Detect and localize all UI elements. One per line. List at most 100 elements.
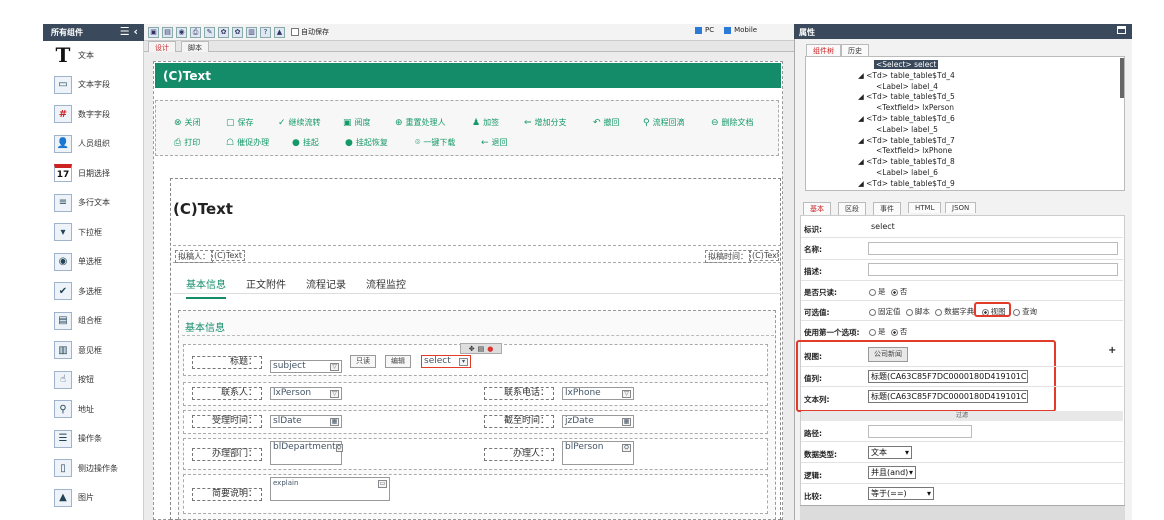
tab-events[interactable]: 事件 bbox=[873, 202, 901, 215]
tab-html[interactable]: HTML bbox=[908, 202, 942, 213]
action-1[interactable]: ▢ 保存 bbox=[226, 117, 254, 128]
action-3[interactable]: ▣ 阅度 bbox=[343, 117, 371, 128]
autosave-toggle[interactable]: 自动保存 bbox=[291, 27, 329, 37]
action-row2-5[interactable]: ← 退回 bbox=[481, 137, 508, 148]
tab-json[interactable]: JSON bbox=[945, 202, 977, 213]
brush-icon[interactable]: ✎ bbox=[204, 26, 215, 38]
style-icon[interactable]: ✿ bbox=[218, 26, 229, 38]
delete-icon[interactable]: ● bbox=[487, 345, 493, 353]
calendar-icon[interactable]: ▦ bbox=[330, 417, 339, 426]
tab-script[interactable]: 脚本 bbox=[181, 41, 209, 52]
action-8[interactable]: ⚲ 流程回滴 bbox=[643, 117, 685, 128]
tab-basic-info[interactable]: 基本信息 bbox=[186, 276, 226, 299]
palette-item-multiline-text[interactable]: ≡ 多行文本 bbox=[54, 192, 142, 214]
add-icon[interactable]: + bbox=[1108, 345, 1116, 356]
palette-item-opinion[interactable]: ▥ 意见框 bbox=[54, 339, 142, 361]
tree-node[interactable]: <Select> select bbox=[874, 60, 939, 69]
option-query-radio[interactable] bbox=[1013, 308, 1021, 316]
edit-button[interactable]: 编辑 bbox=[385, 355, 411, 368]
desc-input[interactable] bbox=[868, 263, 1118, 276]
dropdown-icon[interactable]: ▾ bbox=[459, 357, 468, 366]
datatype-select[interactable]: 文本 ▾ bbox=[868, 446, 912, 459]
field-picker-icon[interactable]: ▽ bbox=[330, 389, 339, 398]
action-row2-1[interactable]: ☖ 催促办理 bbox=[226, 137, 269, 148]
tab-section[interactable]: 区段 bbox=[838, 202, 866, 215]
palette-item-text[interactable]: T 文本 bbox=[54, 43, 142, 67]
tab-design[interactable]: 设计 bbox=[148, 41, 176, 52]
palette-item-radio[interactable]: ◉ 单选框 bbox=[54, 251, 142, 273]
palette-item-textfield[interactable]: ▭ 文本字段 bbox=[54, 74, 142, 96]
compare-select[interactable]: 等于(==) ▾ bbox=[868, 487, 934, 500]
palette-item-button[interactable]: ☝ 按钮 bbox=[54, 369, 142, 391]
view-select-button[interactable]: 公司新闻 bbox=[868, 347, 908, 362]
tree-node[interactable]: <Textfield> lxPerson bbox=[876, 103, 954, 112]
tab-flow-monitor[interactable]: 流程监控 bbox=[366, 276, 406, 291]
person-picker-icon[interactable]: ⛭ bbox=[622, 444, 631, 452]
name-input[interactable] bbox=[868, 242, 1118, 255]
layout-icon[interactable]: ▥ bbox=[246, 26, 257, 38]
field-picker-icon[interactable]: ▽ bbox=[622, 389, 631, 398]
action-2[interactable]: ✓ 继续流转 bbox=[278, 117, 321, 128]
action-5[interactable]: ♟ 加签 bbox=[472, 117, 499, 128]
action-7[interactable]: ↶ 撤回 bbox=[593, 117, 620, 128]
palette-item-dropdown[interactable]: ▾ 下拉框 bbox=[54, 221, 142, 243]
tree-scrollbar[interactable] bbox=[1120, 58, 1124, 98]
tree-node[interactable]: ◢ <Td> table_table$Td_9 bbox=[858, 179, 955, 188]
action-row2-4[interactable]: ⌾ 一键下载 bbox=[415, 137, 455, 148]
path-input[interactable] bbox=[868, 425, 972, 438]
org-picker-icon[interactable]: ⛭ bbox=[335, 444, 343, 452]
deadline-input[interactable]: jzDate ▦ bbox=[562, 415, 634, 428]
action-9[interactable]: ⊖ 删除文档 bbox=[711, 117, 754, 128]
tab-basic[interactable]: 基本 bbox=[803, 202, 831, 215]
handler-input[interactable]: blPerson ⛭ bbox=[562, 441, 634, 465]
contact-input[interactable]: lxPerson ▽ bbox=[270, 387, 342, 400]
action-4[interactable]: ⊕ 重置处理人 bbox=[395, 117, 446, 128]
logic-select[interactable]: 并且(and) ▾ bbox=[868, 466, 916, 479]
dept-input[interactable]: blDepartment ⛭ bbox=[270, 441, 343, 465]
readonly-button[interactable]: 只读 bbox=[350, 355, 376, 368]
palette-item-numberfield[interactable]: # 数字字段 bbox=[54, 103, 142, 125]
tree-node[interactable]: ◢ <Td> table_table$Td_8 bbox=[858, 157, 955, 166]
copy-icon[interactable]: ▤ bbox=[478, 345, 485, 353]
value-column-select[interactable]: 标题(CA63C85F7DC0000180D419101C9C⌄ bbox=[868, 370, 1028, 383]
palette-item-combo[interactable]: ▤ 组合框 bbox=[54, 310, 142, 332]
preview-icon[interactable]: ◉ bbox=[176, 26, 187, 38]
expand-icon[interactable]: ▭ bbox=[378, 480, 387, 488]
tree-node[interactable]: ◢ <Td> table_table$Td_7 bbox=[858, 136, 955, 145]
tree-node[interactable]: ◢ <Td> table_table$Td_5 bbox=[858, 92, 955, 101]
hamburger-icon[interactable]: ☰ ‹ bbox=[120, 25, 138, 38]
tree-node[interactable]: <Textfield> lxPhone bbox=[876, 146, 952, 155]
move-icon[interactable]: ✥ bbox=[469, 345, 475, 353]
palette-item-action-bar[interactable]: ☰ 操作条 bbox=[54, 428, 142, 450]
tab-flow-records[interactable]: 流程记录 bbox=[306, 276, 346, 291]
palette-item-address[interactable]: ⚲ 地址 bbox=[54, 398, 142, 420]
option-dict-radio[interactable] bbox=[935, 308, 943, 316]
action-row2-3[interactable]: ● 挂起恢复 bbox=[345, 137, 388, 148]
readonly-yes-radio[interactable] bbox=[869, 288, 876, 296]
text-column-select[interactable]: 标题(CA63C85F7DC0000180D419101C9C⌄ bbox=[868, 390, 1028, 403]
readonly-no-radio[interactable] bbox=[890, 288, 898, 296]
calendar-icon[interactable]: ▦ bbox=[622, 417, 631, 426]
save-icon[interactable]: ▤ bbox=[162, 26, 173, 38]
use-first-no-radio[interactable] bbox=[890, 328, 898, 336]
pc-option[interactable]: PC bbox=[695, 26, 714, 34]
field-picker-icon[interactable]: ▽ bbox=[330, 362, 339, 371]
action-row2-2[interactable]: ● 挂起 bbox=[292, 137, 319, 148]
tree-node[interactable]: ◢ <Td> table_table$Td_6 bbox=[858, 114, 955, 123]
tree-node[interactable]: <Label> label_5 bbox=[876, 125, 938, 134]
tree-node[interactable]: <Label> label_6 bbox=[876, 168, 938, 177]
subject-input[interactable]: subject ▽ bbox=[270, 360, 342, 373]
palette-item-side-action-bar[interactable]: ▯ 侧边操作条 bbox=[54, 457, 142, 479]
new-icon[interactable]: ▣ bbox=[148, 26, 159, 38]
tree-node[interactable]: <Label> label_4 bbox=[876, 82, 938, 91]
tab-attachments[interactable]: 正文附件 bbox=[246, 276, 286, 291]
option-fixed-radio[interactable] bbox=[869, 308, 876, 316]
phone-input[interactable]: lxPhone ▽ bbox=[562, 387, 634, 400]
mobile-option[interactable]: Mobile bbox=[724, 26, 757, 34]
action-row2-0[interactable]: ⎙ 打印 bbox=[174, 137, 200, 148]
palette-item-person-org[interactable]: 👤 人员组织 bbox=[54, 133, 142, 155]
palette-item-image[interactable]: ▲ 图片 bbox=[54, 487, 142, 509]
palette-item-checkbox[interactable]: ✔ 多选框 bbox=[54, 280, 142, 302]
accept-time-input[interactable]: slDate ▦ bbox=[270, 415, 342, 428]
tree-node[interactable]: ◢ <Td> table_table$Td_4 bbox=[858, 71, 955, 80]
